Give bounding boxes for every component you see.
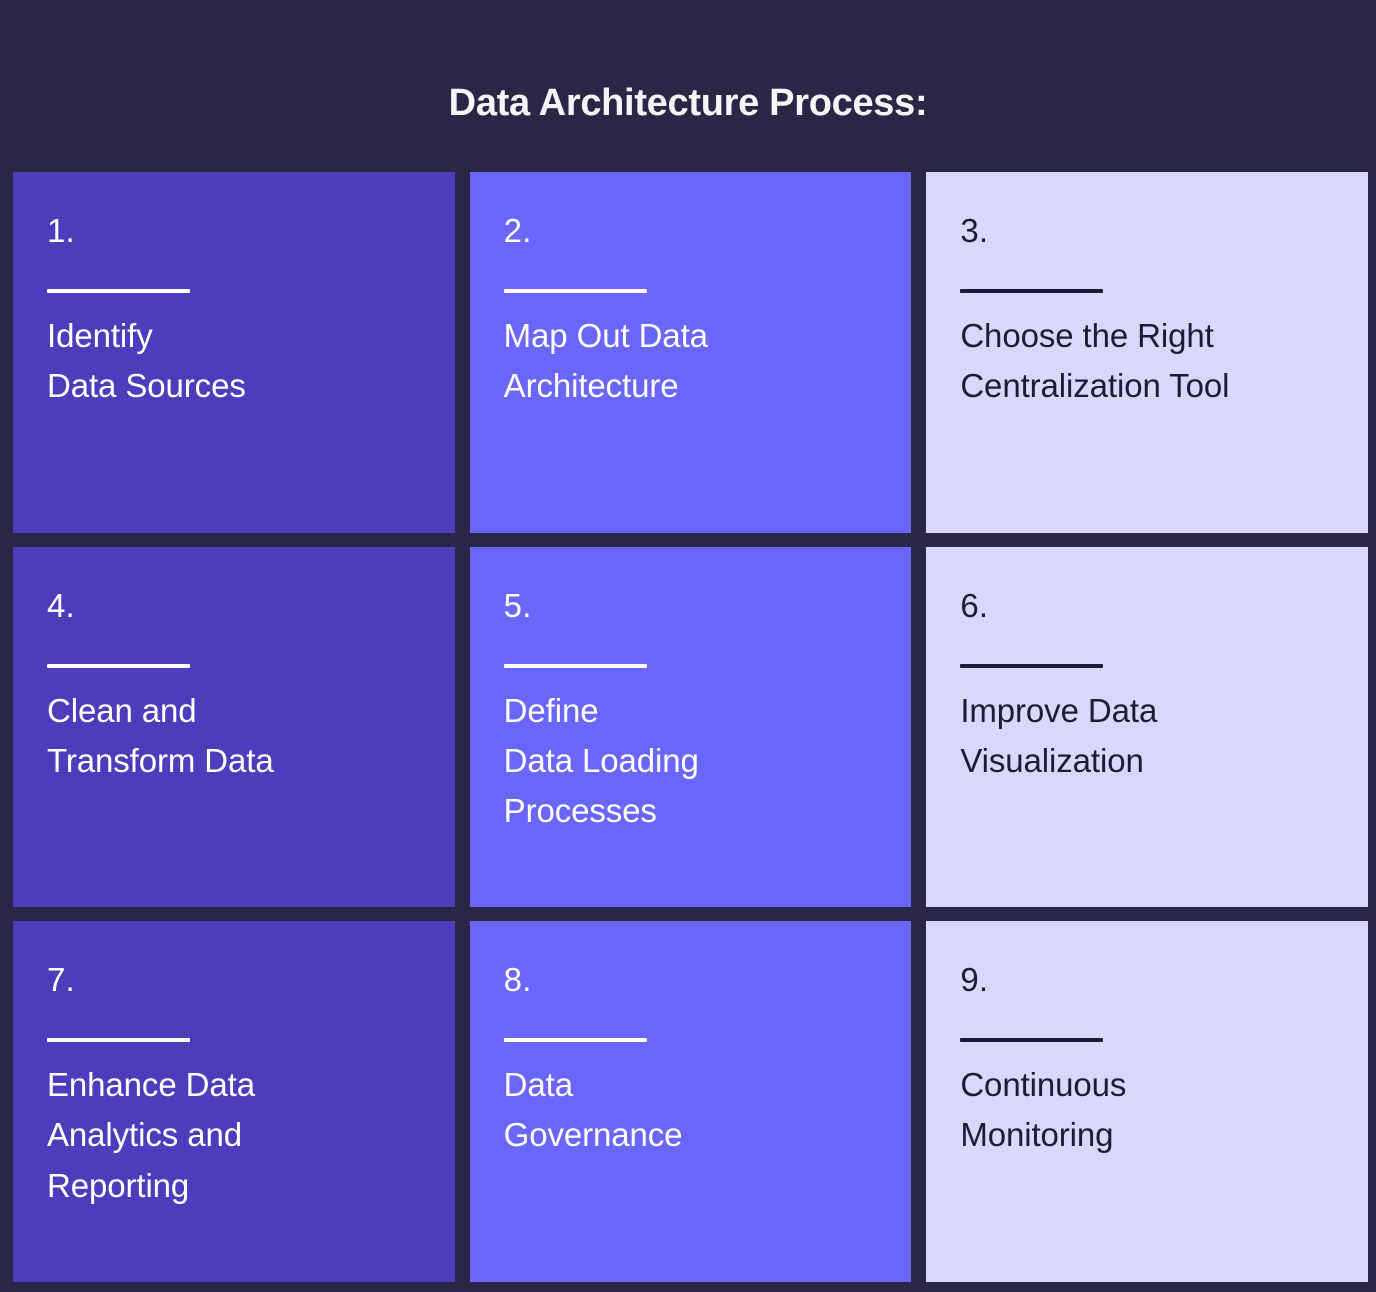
step-label: Improve Data Visualization [960,691,1158,779]
step-number: 3. [960,212,989,249]
step-divider-rule [960,663,1104,668]
process-step-card-9[interactable]: 9. Continuous Monitoring [926,921,1368,1282]
step-label: Identify Data Sources [47,317,246,405]
process-step-card-8[interactable]: 8. Data Governance [469,921,912,1282]
step-label: Continuous Monitoring [960,1066,1127,1154]
step-divider-rule [960,289,1104,293]
step-label: Map Out Data Architecture [503,317,708,405]
step-label: Data Governance [503,1066,683,1154]
process-step-card-7[interactable]: 7. Enhance Data Analytics and Reporting [13,921,455,1282]
process-step-card-3[interactable]: 3. Choose the Right Centralization Tool [926,172,1368,533]
step-number: 7. [47,961,75,999]
step-number: 6. [960,586,989,624]
step-number: 8. [503,961,532,999]
step-number: 1. [47,212,75,249]
process-step-card-5[interactable]: 5. Define Data Loading Processes [469,546,912,908]
step-number: 4. [47,586,75,624]
process-step-card-6[interactable]: 6. Improve Data Visualization [926,546,1368,908]
page-title: Data Architecture Process: [448,82,928,125]
process-step-card-2[interactable]: 2. Map Out Data Architecture [469,172,912,533]
step-number: 9. [960,961,989,999]
step-divider-rule [47,1038,190,1043]
step-number: 5. [503,586,532,624]
step-label: Enhance Data Analytics and Reporting [47,1066,255,1204]
step-divider-rule [47,289,190,293]
step-label: Choose the Right Centralization Tool [960,317,1230,405]
step-divider-rule [503,1038,647,1043]
step-divider-rule [503,663,647,668]
step-divider-rule [503,289,647,293]
process-step-grid: 1. Identify Data Sources 2. Map Out Data… [13,172,1368,1282]
step-label: Clean and Transform Data [47,691,274,779]
step-divider-rule [47,663,190,668]
step-number: 2. [503,212,532,249]
step-divider-rule [960,1038,1104,1043]
process-step-card-1[interactable]: 1. Identify Data Sources [13,172,455,533]
step-label: Define Data Loading Processes [503,691,699,829]
infographic-poster: Data Architecture Process: 1. Identify D… [0,0,1376,1292]
process-step-card-4[interactable]: 4. Clean and Transform Data [13,546,455,908]
